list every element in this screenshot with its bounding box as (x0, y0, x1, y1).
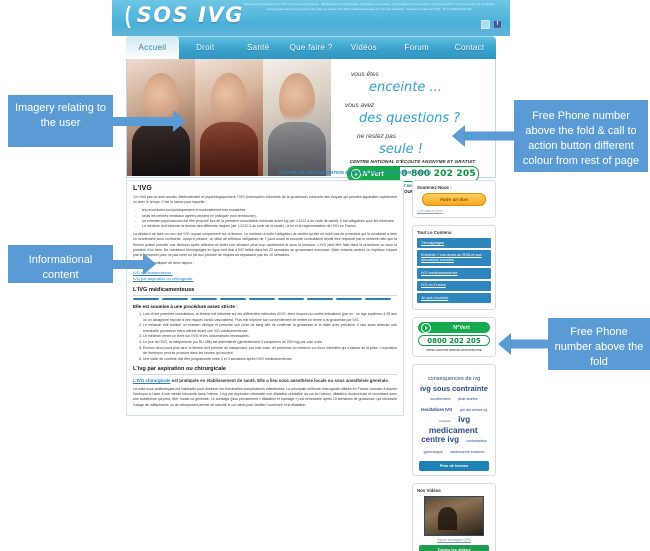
hero-line1-small: vous êtes (351, 71, 379, 78)
tag[interactable]: consequences de ivg (428, 376, 481, 382)
tag[interactable]: adolescente enceinte (450, 450, 484, 454)
hero-photo-3 (263, 59, 331, 176)
sidebar-phone-number: 0800 202 205 (418, 335, 490, 347)
main-navigation[interactable]: Accueil Droit Santé Que faire ? Vidéos F… (126, 36, 496, 59)
site-header: ( SOS IVG Toutes les informations sur l'… (112, 0, 510, 36)
play-icon (421, 322, 431, 333)
arrow-head-icon (143, 253, 156, 275)
annotation-imagery-text: Imagery relating to the user (8, 95, 113, 147)
list-item: Le jour de l'IVG, la mifépristone (ou RU… (143, 340, 397, 345)
arrow-head-icon (173, 110, 186, 132)
video-thumbnail[interactable] (424, 495, 484, 536)
list-item: Le médecin doit informer la femme des di… (133, 224, 397, 229)
sidebar-item-temoignages[interactable]: Témoignages (417, 238, 491, 249)
list-item: Une visite de contrôle doit être program… (143, 357, 397, 362)
nav-item-forum[interactable]: Forum (390, 36, 443, 59)
nav-item-que-faire[interactable]: Que faire ? (285, 36, 338, 59)
rss-icon[interactable] (481, 20, 490, 29)
article-paragraph-1: Ce n'est pas un acte anodin. Médicalemen… (133, 195, 397, 205)
sidebar-item-ivg-en-france[interactable]: IVG en France (417, 280, 491, 292)
tag[interactable]: prix des centres ivg (460, 408, 487, 412)
arrow-shaft (113, 116, 173, 126)
nav-item-contact[interactable]: Contact (443, 36, 496, 59)
annotation-arrow-right (113, 253, 156, 275)
header-blurb: Toutes les informations sur l'IVG dont v… (243, 2, 495, 11)
arrow-shaft (510, 339, 550, 349)
arrow-shaft (113, 259, 143, 269)
hero-photo-2 (195, 59, 263, 176)
list-item: Lors d'une première consultation, la fem… (143, 312, 397, 322)
section-title-medicamenteuse: L'IVG médicamenteuse (133, 287, 397, 297)
phone-handset-icon: ( (124, 2, 131, 28)
annotation-arrow-right (113, 110, 186, 132)
more-terms-button[interactable]: Plus de termes (419, 460, 489, 471)
section1-lead: Elle est soumise à une procédure assez s… (133, 304, 238, 310)
hero-line2-small: vous avez (345, 102, 375, 109)
hero-line1-big: enceinte ... (369, 80, 442, 95)
hero-line3-small: ne restez pas (357, 133, 397, 140)
article-bullet-list: les procédures sont juridiquement et méd… (133, 208, 397, 229)
tag[interactable]: contraception (466, 439, 486, 443)
tag-cloud[interactable]: consequences de ivg ivg sous contrainte … (417, 369, 491, 458)
nav-item-droit[interactable]: Droit (179, 36, 232, 59)
tag[interactable]: avortement (430, 396, 450, 401)
tag[interactable]: centre ivg (421, 435, 459, 444)
nav-item-accueil[interactable]: Accueil (126, 36, 179, 59)
tag[interactable]: gynecologue (424, 450, 443, 454)
sidebar-item-ivg-medicamenteuse[interactable]: IVG médicamenteuse (417, 268, 491, 279)
sidebar-item-je-suis-enceinte[interactable]: Je suis enceinte (417, 293, 491, 304)
sidebar-phone-fine-print: APPEL GRATUIT DEPUIS UN POSTE FIXE (426, 347, 482, 352)
annotation-phone-fold: Free Phone number above the fold (498, 318, 650, 370)
tag[interactable]: resultatives IVG (421, 407, 453, 412)
sidebar-vert-label: N°Vert (453, 324, 470, 331)
article-column: L'IVG Ce n'est pas un acte anodin. Médic… (126, 180, 404, 416)
tag-cloud-card: consequences de ivg ivg sous contrainte … (412, 363, 496, 476)
tag[interactable]: enceinte (439, 419, 450, 423)
nav-item-sante[interactable]: Santé (232, 36, 285, 59)
list-item: Le médecin remet un livret sur l'IVG et … (143, 334, 397, 339)
section2-lead-text: est pratiquée en établissement de santé.… (170, 377, 390, 383)
annotation-informational-text: Informational content (8, 245, 113, 283)
annotation-informational: Informational content (8, 245, 188, 283)
sidebar-vert-badge[interactable]: N°Vert (418, 322, 490, 334)
list-item: Le médecin doit réaliser un examen clini… (143, 323, 397, 333)
article-paragraph-4: La mise sous antibiotiques est habituell… (133, 386, 397, 407)
tag[interactable]: ivg medicament (429, 414, 478, 435)
annotation-imagery: Imagery relating to the user (8, 95, 188, 147)
content-menu-card: Tout Le Contenu Témoignages Enceinte ? v… (412, 225, 496, 311)
tag[interactable]: pilule abortive (458, 397, 478, 401)
annotation-phone-cta: Free Phone number above the fold & call … (452, 100, 648, 172)
procedure-steps: Lors d'une première consultation, la fem… (133, 312, 397, 361)
section2-lead: L'IVG chirurgicale est pratiquée en étab… (133, 378, 397, 384)
support-title: Soutenez-Nous : (417, 185, 452, 190)
section-divider-dashes (133, 298, 397, 301)
hero-footer-note: CENTRE DE DOCUMENTATION MÉDICALE SUR L'A… (278, 170, 432, 175)
arrow-shaft (464, 131, 518, 141)
video-caption[interactable]: Sylvie témoigne (2/3) (417, 538, 491, 542)
sidebar-phone-card[interactable]: N°Vert 0800 202 205 APPEL GRATUIT DEPUIS… (412, 317, 496, 357)
annotation-phone-cta-text: Free Phone number above the fold & call … (514, 100, 648, 172)
site-logo[interactable]: ( SOS IVG (124, 4, 244, 27)
article-title: L'IVG (133, 185, 152, 192)
annotation-phone-fold-text: Free Phone number above the fold (548, 318, 650, 370)
section-title-chirurgicale: L'ivg par aspiration ou chirurgicale (133, 366, 397, 375)
logo-text: SOS IVG (136, 3, 244, 27)
all-videos-button[interactable]: Toutes les vidéos (419, 544, 489, 551)
nav-item-videos[interactable]: Vidéos (337, 36, 390, 59)
more-info-link[interactable]: > En savoir plus (417, 209, 491, 213)
content-menu-title: Tout Le Contenu (417, 230, 452, 235)
tag[interactable]: ivg sous contrainte (420, 384, 488, 393)
right-sidebar: Soutenez-Nous : Faire un don > En savoir… (412, 180, 496, 551)
social-links[interactable]: f (481, 20, 502, 29)
support-card: Soutenez-Nous : Faire un don > En savoir… (412, 180, 496, 218)
facebook-icon[interactable]: f (493, 20, 502, 29)
list-item: Environ deux jours plus tard, la femme d… (143, 346, 397, 356)
donate-button[interactable]: Faire un don (422, 193, 486, 206)
videos-title: Nos Vidéos (417, 487, 441, 493)
link-ivg-chirurgicale[interactable]: L'IVG chirurgicale (133, 378, 170, 383)
videos-card: Nos Vidéos Sylvie témoigne (2/3) Toutes … (412, 482, 496, 551)
sidebar-item-droits-rsa[interactable]: Enceinte ? vos droits au RSA et aux allo… (417, 250, 491, 267)
